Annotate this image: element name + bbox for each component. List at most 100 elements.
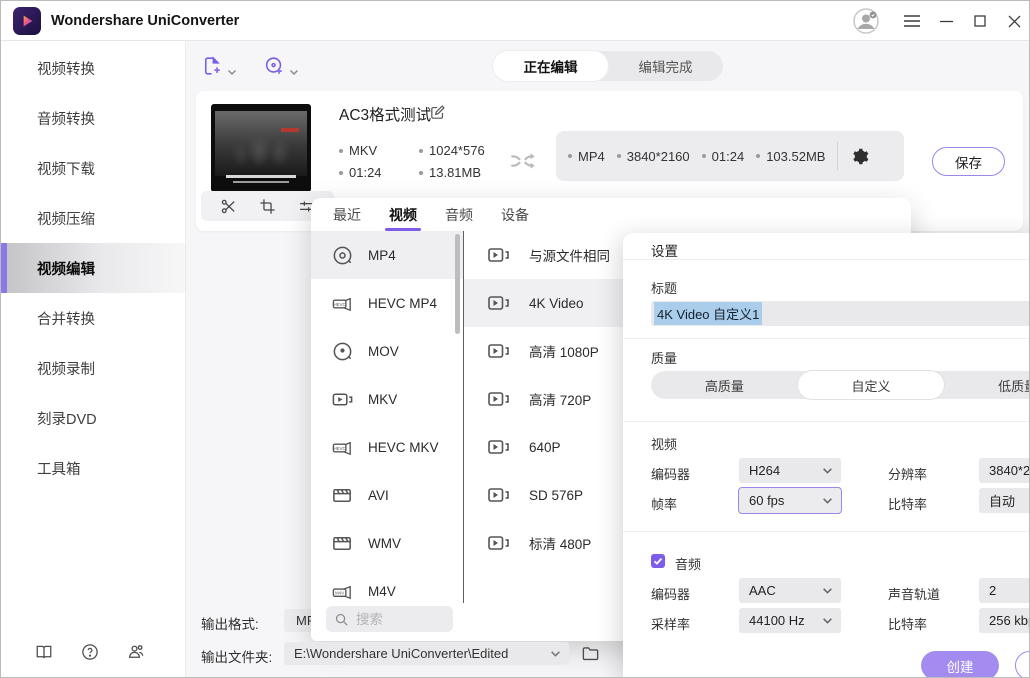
app-logo-icon — [13, 7, 41, 35]
disc-icon — [331, 244, 354, 267]
disc-icon — [331, 340, 354, 363]
rename-icon[interactable] — [429, 104, 446, 121]
video-bitrate-field[interactable]: 自动 — [979, 488, 1030, 513]
camcorder-icon — [487, 484, 511, 506]
divider — [623, 338, 1030, 339]
sidebar-item-video-convert[interactable]: 视频转换 — [1, 43, 185, 93]
m4v-badge-icon: M4V — [331, 580, 354, 603]
sidebar-item-video-edit[interactable]: 视频编辑 — [1, 243, 185, 293]
format-list-scrollbar[interactable] — [455, 234, 460, 334]
quality-high-segment[interactable]: 高质量 — [651, 371, 798, 399]
guide-book-icon[interactable] — [35, 643, 53, 661]
format-list: MP4 HEVC HEVC MP4 MOV — [311, 231, 463, 603]
create-button[interactable]: 创建 — [921, 651, 999, 678]
load-dvd-button[interactable] — [263, 55, 299, 77]
chevron-down-icon[interactable] — [227, 67, 237, 77]
sidebar-item-screen-record[interactable]: 视频录制 — [1, 343, 185, 393]
video-encoder-label: 编码器 — [651, 464, 690, 483]
selected-text: 4K Video 自定义1 — [654, 302, 762, 325]
samplerate-label: 采样率 — [651, 614, 690, 633]
audio-bitrate-field[interactable]: 256 kbps — [979, 608, 1030, 633]
video-thumbnail[interactable] — [211, 104, 311, 192]
tab-device[interactable]: 设备 — [487, 198, 543, 231]
preset-title-input[interactable]: 4K Video 自定义1 — [651, 301, 1030, 326]
source-duration: 01:24 — [339, 165, 382, 180]
framerate-select[interactable]: 60 fps — [738, 487, 842, 514]
share-users-icon[interactable] — [127, 643, 145, 661]
tab-editing[interactable]: 正在编辑 — [493, 51, 608, 81]
titlebar: Wondershare UniConverter — [1, 1, 1030, 41]
audio-encoder-label: 编码器 — [651, 584, 690, 603]
tab-edit-finished[interactable]: 编辑完成 — [608, 51, 723, 81]
camcorder-icon — [487, 532, 511, 554]
sidebar-item-video-compress[interactable]: 视频压缩 — [1, 193, 185, 243]
chevron-down-icon — [822, 495, 833, 506]
format-item-mp4[interactable]: MP4 — [311, 231, 463, 279]
video-encoder-select[interactable]: H264 — [739, 458, 841, 483]
minimize-button[interactable] — [929, 1, 963, 41]
camcorder-icon — [487, 388, 511, 410]
sidebar-item-burn-dvd[interactable]: 刻录DVD — [1, 393, 185, 443]
settings-panel: 设置 标题 4K Video 自定义1 质量 高质量 自定义 低质量 视频 编码… — [623, 233, 1030, 678]
camcorder-icon — [487, 436, 511, 458]
tab-recent[interactable]: 最近 — [319, 198, 375, 231]
quality-custom-segment[interactable]: 自定义 — [798, 371, 945, 399]
crop-icon[interactable] — [259, 198, 276, 215]
format-item-m4v[interactable]: M4V M4V — [311, 567, 463, 603]
audio-channels-field[interactable]: 2 — [979, 578, 1030, 603]
secondary-action-button[interactable] — [1015, 651, 1030, 678]
search-input[interactable] — [356, 612, 436, 627]
source-format: MKV — [339, 143, 377, 158]
maximize-button[interactable] — [963, 1, 997, 41]
svg-text:HEVC: HEVC — [334, 301, 346, 306]
check-icon — [653, 556, 663, 566]
browse-folder-icon[interactable] — [581, 644, 600, 663]
svg-text:M4V: M4V — [335, 590, 344, 595]
editing-tabs: 正在编辑 编辑完成 — [493, 51, 723, 81]
app-title: Wondershare UniConverter — [51, 13, 239, 29]
format-item-mkv[interactable]: MKV — [311, 375, 463, 423]
format-search-box[interactable] — [326, 606, 453, 632]
format-popup-tabs: 最近 视频 音频 设备 — [311, 198, 911, 231]
clapperboard-icon — [331, 532, 354, 555]
format-item-mov[interactable]: MOV — [311, 327, 463, 375]
account-avatar[interactable] — [853, 8, 879, 34]
output-format-label: 输出格式: — [201, 613, 259, 633]
audio-encoder-select[interactable]: AAC — [739, 578, 841, 603]
sidebar-item-video-download[interactable]: 视频下载 — [1, 143, 185, 193]
close-button[interactable] — [997, 1, 1030, 41]
format-item-avi[interactable]: AVI — [311, 471, 463, 519]
uniconverter-window: Wondershare UniConverter — [0, 0, 1030, 678]
tab-video[interactable]: 视频 — [375, 198, 431, 231]
samplerate-select[interactable]: 44100 Hz — [739, 608, 841, 633]
sidebar-item-merge-convert[interactable]: 合并转换 — [1, 293, 185, 343]
divider — [837, 142, 838, 170]
save-button[interactable]: 保存 — [932, 147, 1005, 176]
output-settings-gear-icon[interactable] — [850, 147, 869, 166]
menu-icon[interactable] — [895, 1, 929, 41]
output-folder-select[interactable]: E:\Wondershare UniConverter\Edited — [284, 642, 569, 665]
sidebar-item-toolbox[interactable]: 工具箱 — [1, 443, 185, 493]
format-item-wmv[interactable]: WMV — [311, 519, 463, 567]
chevron-down-icon[interactable] — [289, 67, 299, 77]
resolution-field[interactable]: 3840*2160 — [979, 458, 1030, 483]
audio-checkbox[interactable] — [651, 554, 665, 568]
quality-segmented-control: 高质量 自定义 低质量 — [651, 371, 1030, 399]
chevron-down-icon — [822, 465, 833, 476]
trim-scissors-icon[interactable] — [220, 198, 237, 215]
hevc-badge-icon: HEVC — [331, 292, 354, 315]
add-file-button[interactable] — [201, 55, 237, 77]
format-item-hevc-mkv[interactable]: HEVC HEVC MKV — [311, 423, 463, 471]
audio-channels-label: 声音轨道 — [888, 584, 940, 603]
sidebar-item-audio-convert[interactable]: 音频转换 — [1, 93, 185, 143]
svg-text:HEVC: HEVC — [334, 445, 346, 450]
output-size: 103.52MB — [756, 149, 825, 164]
tab-audio[interactable]: 音频 — [431, 198, 487, 231]
title-label: 标题 — [651, 278, 677, 297]
format-item-hevc-mp4[interactable]: HEVC HEVC MP4 — [311, 279, 463, 327]
output-folder-label: 输出文件夹: — [201, 646, 272, 666]
settings-header: 设置 — [651, 240, 678, 260]
quality-low-segment[interactable]: 低质量 — [944, 371, 1030, 399]
source-resolution: 1024*576 — [419, 143, 485, 158]
help-icon[interactable] — [81, 643, 99, 661]
